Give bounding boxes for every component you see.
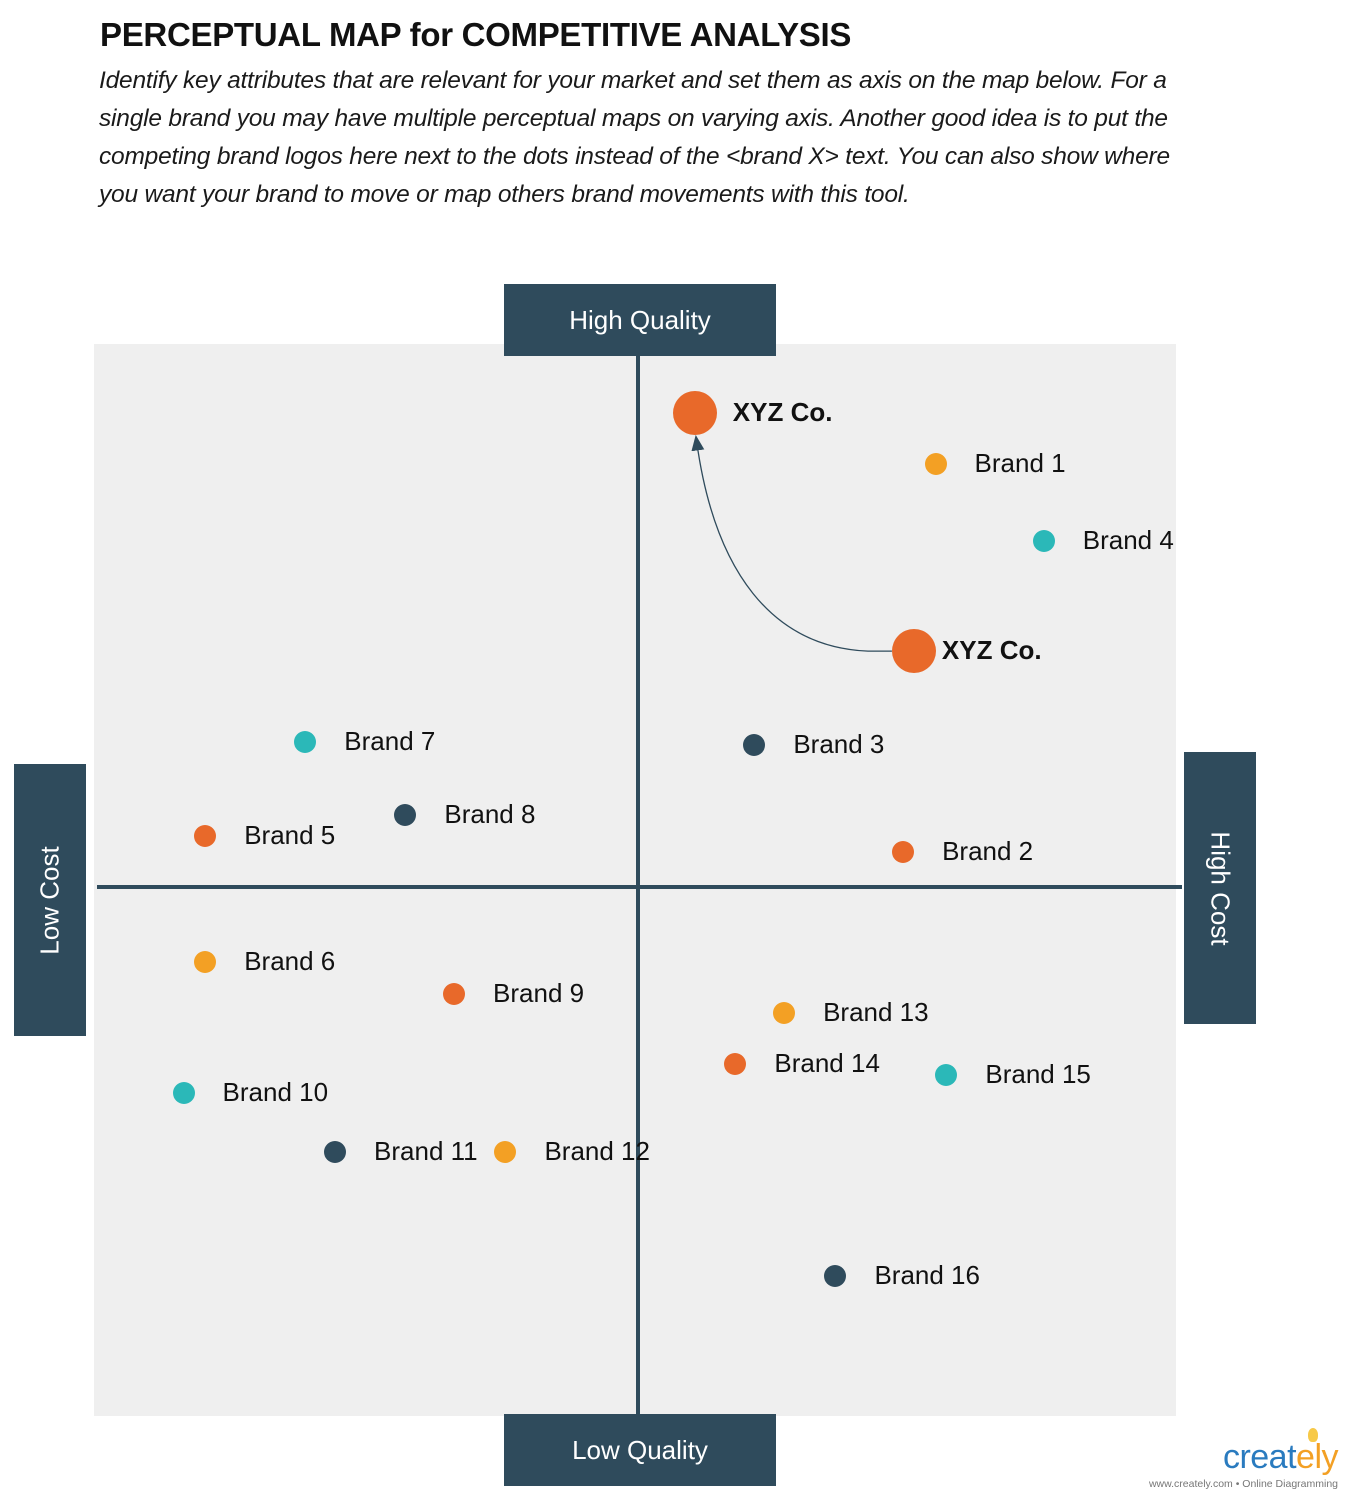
point-label: Brand 8 [444, 798, 536, 829]
point-label: XYZ Co. [732, 396, 833, 427]
axis-label-high-cost: High Cost [1184, 752, 1256, 1024]
point-label: Brand 16 [874, 1259, 980, 1290]
creately-logo: creately www.creately.com • Online Diagr… [1130, 1428, 1352, 1494]
page-title: PERCEPTUAL MAP for COMPETITIVE ANALYSIS [100, 16, 852, 53]
cost-axis-line [97, 885, 1182, 889]
point-label: Brand 12 [544, 1136, 650, 1167]
map-area [94, 344, 1176, 1416]
description-text: Identify key attributes that are relevan… [99, 67, 1170, 208]
point-label: Brand 9 [493, 978, 585, 1009]
point-label: Brand 11 [374, 1136, 478, 1167]
axis-label-text: Low Cost [34, 845, 65, 955]
axis-label-text: High Cost [1205, 830, 1236, 946]
point-label: Brand 13 [823, 996, 929, 1027]
point-label: Brand 10 [222, 1077, 329, 1108]
point-marker [935, 1063, 958, 1086]
point-marker [924, 452, 947, 475]
point-label: Brand 15 [985, 1058, 1091, 1089]
point-marker [1032, 530, 1055, 553]
point-label: Brand 6 [244, 946, 336, 977]
point-marker [773, 1001, 796, 1024]
point-label: Brand 4 [1082, 525, 1174, 556]
logo-wordmark: creately [1222, 1438, 1339, 1476]
point-marker [891, 629, 936, 674]
axis-label-low-cost: Low Cost [14, 764, 86, 1036]
point-marker [172, 1082, 195, 1105]
point-marker [394, 803, 417, 826]
point-label: XYZ Co. [941, 635, 1042, 666]
axis-label-high-quality: High Quality [504, 284, 776, 356]
point-label: Brand 7 [344, 726, 436, 757]
logo-tagline: www.creately.com • Online Diagramming [1148, 1478, 1338, 1490]
axis-label-low-quality: Low Quality [504, 1414, 776, 1486]
point-label: Brand 3 [793, 728, 885, 759]
point-marker [672, 390, 717, 435]
point-label: Brand 1 [974, 447, 1066, 478]
point-label: Brand 14 [774, 1047, 880, 1078]
point-marker [824, 1264, 847, 1287]
point-label: Brand 2 [942, 836, 1034, 867]
axis-label-text: High Quality [569, 304, 711, 335]
axis-label-text: Low Quality [572, 1434, 708, 1465]
point-label: Brand 5 [244, 820, 336, 851]
